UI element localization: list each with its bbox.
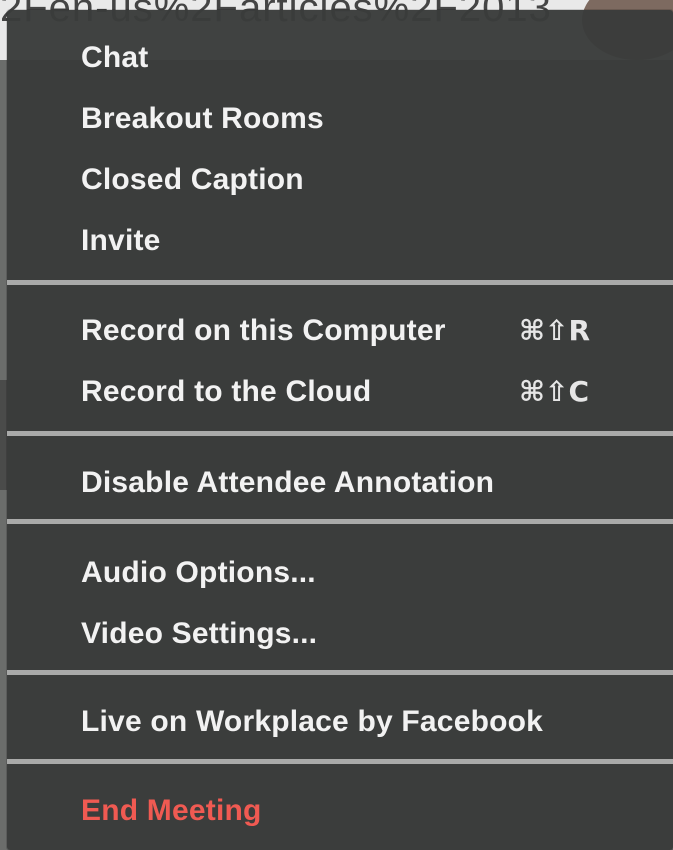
menu-item-label: Video Settings... [81, 617, 318, 650]
menu-separator [7, 670, 673, 675]
menu-item-label: Record on this Computer [81, 314, 446, 347]
menu-item-closed-caption[interactable]: Closed Caption [7, 150, 673, 210]
more-options-menu: Chat Breakout Rooms Closed Caption Invit… [7, 10, 673, 850]
menu-item-label: Disable Attendee Annotation [81, 466, 495, 499]
menu-item-label: Chat [81, 41, 149, 74]
menu-item-invite[interactable]: Invite [7, 211, 673, 271]
menu-item-record-to-cloud[interactable]: Record to the Cloud ⌘⇧C [7, 362, 673, 422]
menu-item-label: End Meeting [81, 794, 262, 827]
menu-item-label: Invite [81, 224, 161, 257]
menu-item-chat[interactable]: Chat [7, 28, 673, 88]
menu-item-disable-attendee-annotation[interactable]: Disable Attendee Annotation [7, 453, 673, 513]
menu-item-label: Closed Caption [81, 163, 304, 196]
menu-separator [7, 759, 673, 764]
menu-item-video-settings[interactable]: Video Settings... [7, 604, 673, 664]
shortcut-command-shift-r: ⌘⇧R [519, 314, 590, 347]
menu-item-audio-options[interactable]: Audio Options... [7, 543, 673, 603]
menu-item-record-on-computer[interactable]: Record on this Computer ⌘⇧R [7, 301, 673, 361]
menu-separator [7, 280, 673, 285]
menu-item-label: Breakout Rooms [81, 102, 324, 135]
menu-separator [7, 431, 673, 436]
menu-item-label: Audio Options... [81, 556, 316, 589]
menu-item-label: Record to the Cloud [81, 375, 372, 408]
menu-item-label: Live on Workplace by Facebook [81, 705, 544, 738]
menu-separator [7, 519, 673, 524]
menu-item-end-meeting[interactable]: End Meeting [7, 781, 673, 841]
menu-item-live-on-workplace[interactable]: Live on Workplace by Facebook [7, 692, 673, 752]
menu-item-breakout-rooms[interactable]: Breakout Rooms [7, 89, 673, 149]
shortcut-command-shift-c: ⌘⇧C [519, 375, 589, 408]
